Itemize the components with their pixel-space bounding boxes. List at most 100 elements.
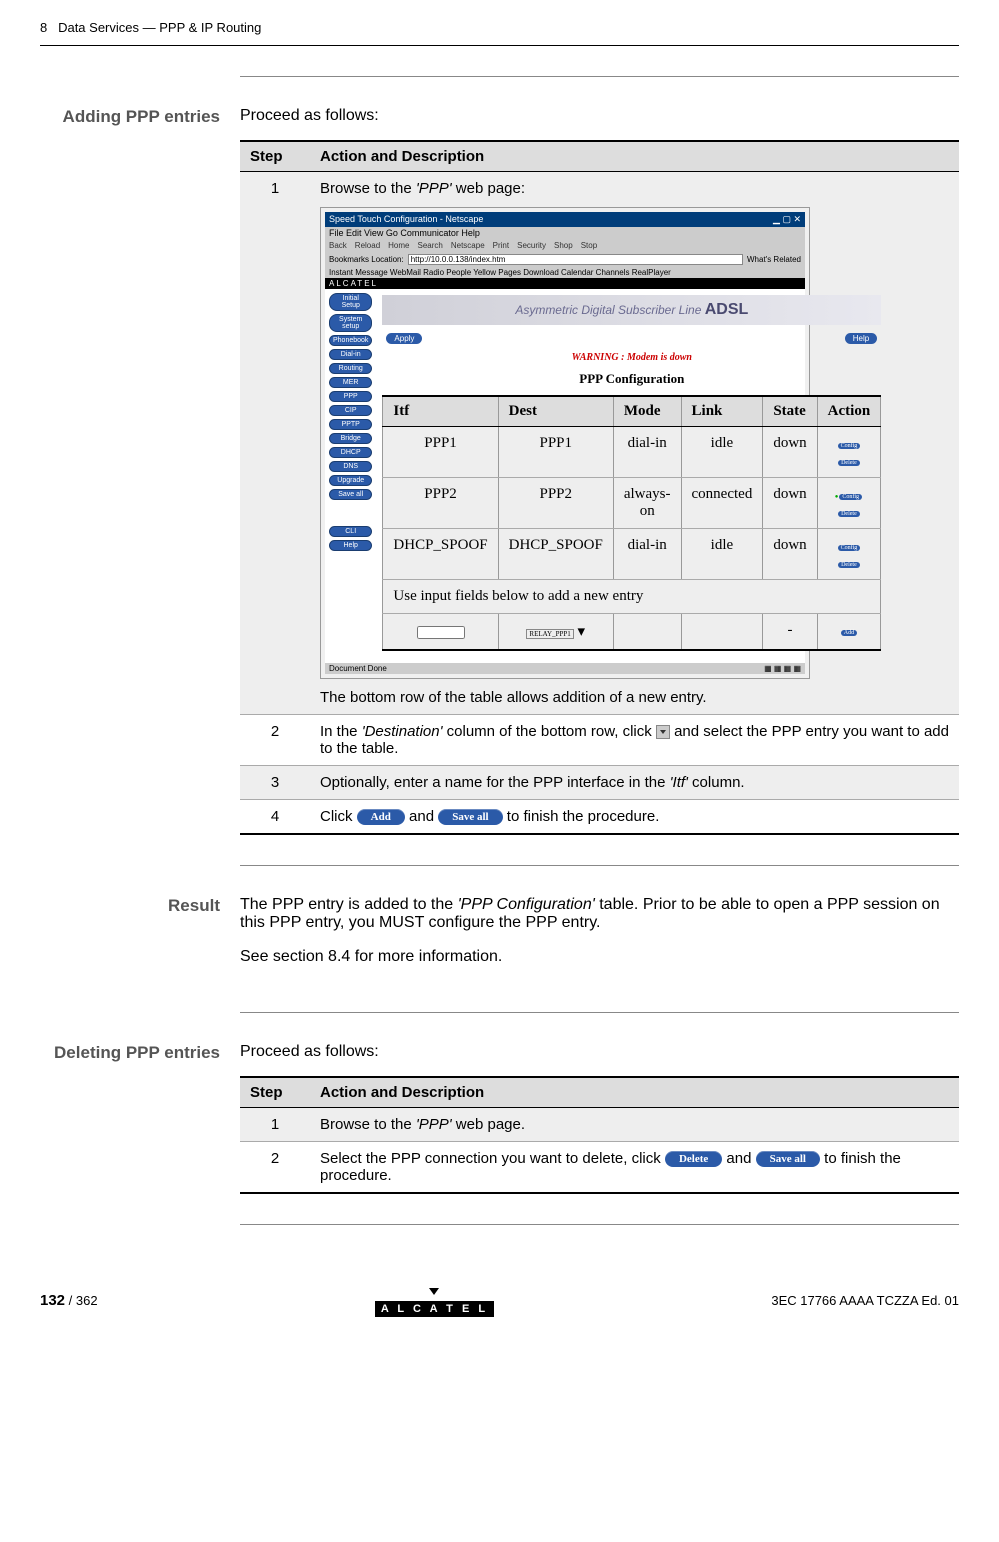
links-bar: Instant Message WebMail Radio People Yel…	[325, 267, 805, 278]
ppp-page-screenshot: Speed Touch Configuration - Netscape ▁ ▢…	[320, 207, 810, 679]
header-rule	[40, 45, 959, 46]
th-itf: Itf	[383, 396, 498, 427]
adding-section: Adding PPP entries Proceed as follows: S…	[40, 107, 959, 835]
table-row: PPP2 PPP2 always-on connected down ●Conf…	[383, 478, 881, 529]
search-button[interactable]: Search	[418, 241, 443, 250]
adding-content: Proceed as follows: Step Action and Desc…	[240, 107, 959, 835]
toolbar: Back Reload Home Search Netscape Print S…	[325, 239, 805, 252]
shop-button[interactable]: Shop	[554, 241, 573, 250]
table-row: Use input fields below to add a new entr…	[383, 580, 881, 614]
delete-button[interactable]: Delete	[838, 562, 860, 568]
nav-dhcp[interactable]: DHCP	[329, 447, 372, 458]
adding-label: Adding PPP entries	[40, 107, 240, 835]
step-num: 2	[240, 1142, 310, 1194]
window-title: Speed Touch Configuration - Netscape	[329, 214, 483, 225]
nav-cli[interactable]: CLI	[329, 526, 372, 537]
col-step: Step	[240, 141, 310, 172]
ppp-config-title: PPP Configuration	[382, 371, 881, 387]
delete-button-inline: Delete	[665, 1151, 722, 1167]
step-desc: Browse to the 'PPP' web page: Speed Touc…	[310, 172, 959, 715]
footer-logo: A L C A T E L	[375, 1285, 494, 1315]
nav-ppp[interactable]: PPP	[329, 391, 372, 402]
step-num: 4	[240, 800, 310, 835]
add-button-inline: Add	[357, 809, 405, 825]
dropdown-icon	[656, 725, 670, 739]
delete-button[interactable]: Delete	[838, 511, 860, 517]
adsl-banner: Asymmetric Digital Subscriber Line ADSL	[382, 295, 881, 325]
whats-related[interactable]: What's Related	[747, 255, 801, 264]
th-state: State	[763, 396, 817, 427]
delete-button[interactable]: Delete	[838, 460, 860, 466]
nav-system-setup[interactable]: System setup	[329, 314, 372, 332]
home-button[interactable]: Home	[388, 241, 409, 250]
step-num: 1	[240, 1108, 310, 1142]
dest-select[interactable]: RELAY_PPP1	[526, 629, 573, 639]
step-desc: Click Add and Save all to finish the pro…	[310, 800, 959, 835]
status-icon: ●	[835, 494, 839, 500]
result-section: Result The PPP entry is added to the 'PP…	[40, 896, 959, 982]
nav-phonebook[interactable]: Phonebook	[329, 335, 372, 346]
stop-button[interactable]: Stop	[581, 241, 597, 250]
step-num: 2	[240, 715, 310, 766]
step-desc: Select the PPP connection you want to de…	[310, 1142, 959, 1194]
deleting-intro: Proceed as follows:	[240, 1043, 959, 1061]
netscape-button[interactable]: Netscape	[451, 241, 485, 250]
config-button[interactable]: Config	[838, 545, 861, 551]
nav-dial-in[interactable]: Dial-in	[329, 349, 372, 360]
config-button[interactable]: Config	[839, 494, 862, 500]
security-button[interactable]: Security	[517, 241, 546, 250]
section-divider	[240, 76, 959, 77]
menu-bar: File Edit View Go Communicator Help	[325, 227, 805, 239]
nav-bridge[interactable]: Bridge	[329, 433, 372, 444]
print-button[interactable]: Print	[493, 241, 509, 250]
table-row: 1 Browse to the 'PPP' web page: Speed To…	[240, 172, 959, 715]
nav-upgrade[interactable]: Upgrade	[329, 475, 372, 486]
chapter-number: 8	[40, 20, 47, 35]
doc-reference: 3EC 17766 AAAA TCZZA Ed. 01	[771, 1293, 959, 1308]
alcatel-logo: A L C A T E L	[375, 1301, 494, 1317]
th-link: Link	[681, 396, 763, 427]
apply-button[interactable]: Apply	[386, 333, 422, 344]
table-row: RELAY_PPP1 ▾ - Add	[383, 614, 881, 651]
window-controls: ▁ ▢ ✕	[773, 214, 801, 225]
window-title-bar: Speed Touch Configuration - Netscape ▁ ▢…	[325, 212, 805, 227]
step-desc: Browse to the 'PPP' web page.	[310, 1108, 959, 1142]
location-input[interactable]: http://10.0.0.138/index.htm	[408, 254, 743, 265]
sidebar: Initial Setup System setup Phonebook Dia…	[325, 289, 376, 663]
step-desc: Optionally, enter a name for the PPP int…	[310, 766, 959, 800]
nav-pptp[interactable]: PPTP	[329, 419, 372, 430]
status-bar: Document Done ▦ ▦ ▦ ▦	[325, 663, 805, 674]
help-button[interactable]: Help	[845, 333, 877, 344]
table-row: 2 Select the PPP connection you want to …	[240, 1142, 959, 1194]
config-button[interactable]: Config	[838, 443, 861, 449]
add-button[interactable]: Add	[841, 630, 857, 636]
deleting-section: Deleting PPP entries Proceed as follows:…	[40, 1043, 959, 1194]
page-header: 8 Data Services — PPP & IP Routing	[40, 20, 959, 35]
nav-help[interactable]: Help	[329, 540, 372, 551]
warning-text: WARNING : Modem is down	[382, 352, 881, 363]
itf-input[interactable]	[417, 626, 465, 639]
nav-save-all[interactable]: Save all	[329, 489, 372, 500]
save-all-button-inline: Save all	[756, 1151, 820, 1167]
col-step: Step	[240, 1077, 310, 1108]
nav-mer[interactable]: MER	[329, 377, 372, 388]
nav-dns[interactable]: DNS	[329, 461, 372, 472]
table-header-row: Step Action and Description	[240, 1077, 959, 1108]
reload-button[interactable]: Reload	[355, 241, 380, 250]
result-para-1: The PPP entry is added to the 'PPP Confi…	[240, 896, 959, 932]
col-action: Action and Description	[310, 141, 959, 172]
status-text: Document Done	[329, 664, 387, 673]
nav-initial-setup[interactable]: Initial Setup	[329, 293, 372, 311]
page-number: 132 / 362	[40, 1292, 98, 1309]
table-row: PPP1 PPP1 dial-in idle down ConfigDelete	[383, 427, 881, 478]
chapter-title: Data Services — PPP & IP Routing	[58, 20, 261, 35]
bookmarks-label[interactable]: Bookmarks	[329, 255, 369, 264]
ppp-config-table: Itf Dest Mode Link State Action PPP1	[382, 395, 881, 651]
deleting-content: Proceed as follows: Step Action and Desc…	[240, 1043, 959, 1194]
back-button[interactable]: Back	[329, 241, 347, 250]
content-area: Initial Setup System setup Phonebook Dia…	[325, 289, 805, 663]
page-footer: 132 / 362 A L C A T E L 3EC 17766 AAAA T…	[40, 1285, 959, 1315]
deleting-steps-table: Step Action and Description 1 Browse to …	[240, 1076, 959, 1194]
nav-cip[interactable]: CIP	[329, 405, 372, 416]
nav-routing[interactable]: Routing	[329, 363, 372, 374]
